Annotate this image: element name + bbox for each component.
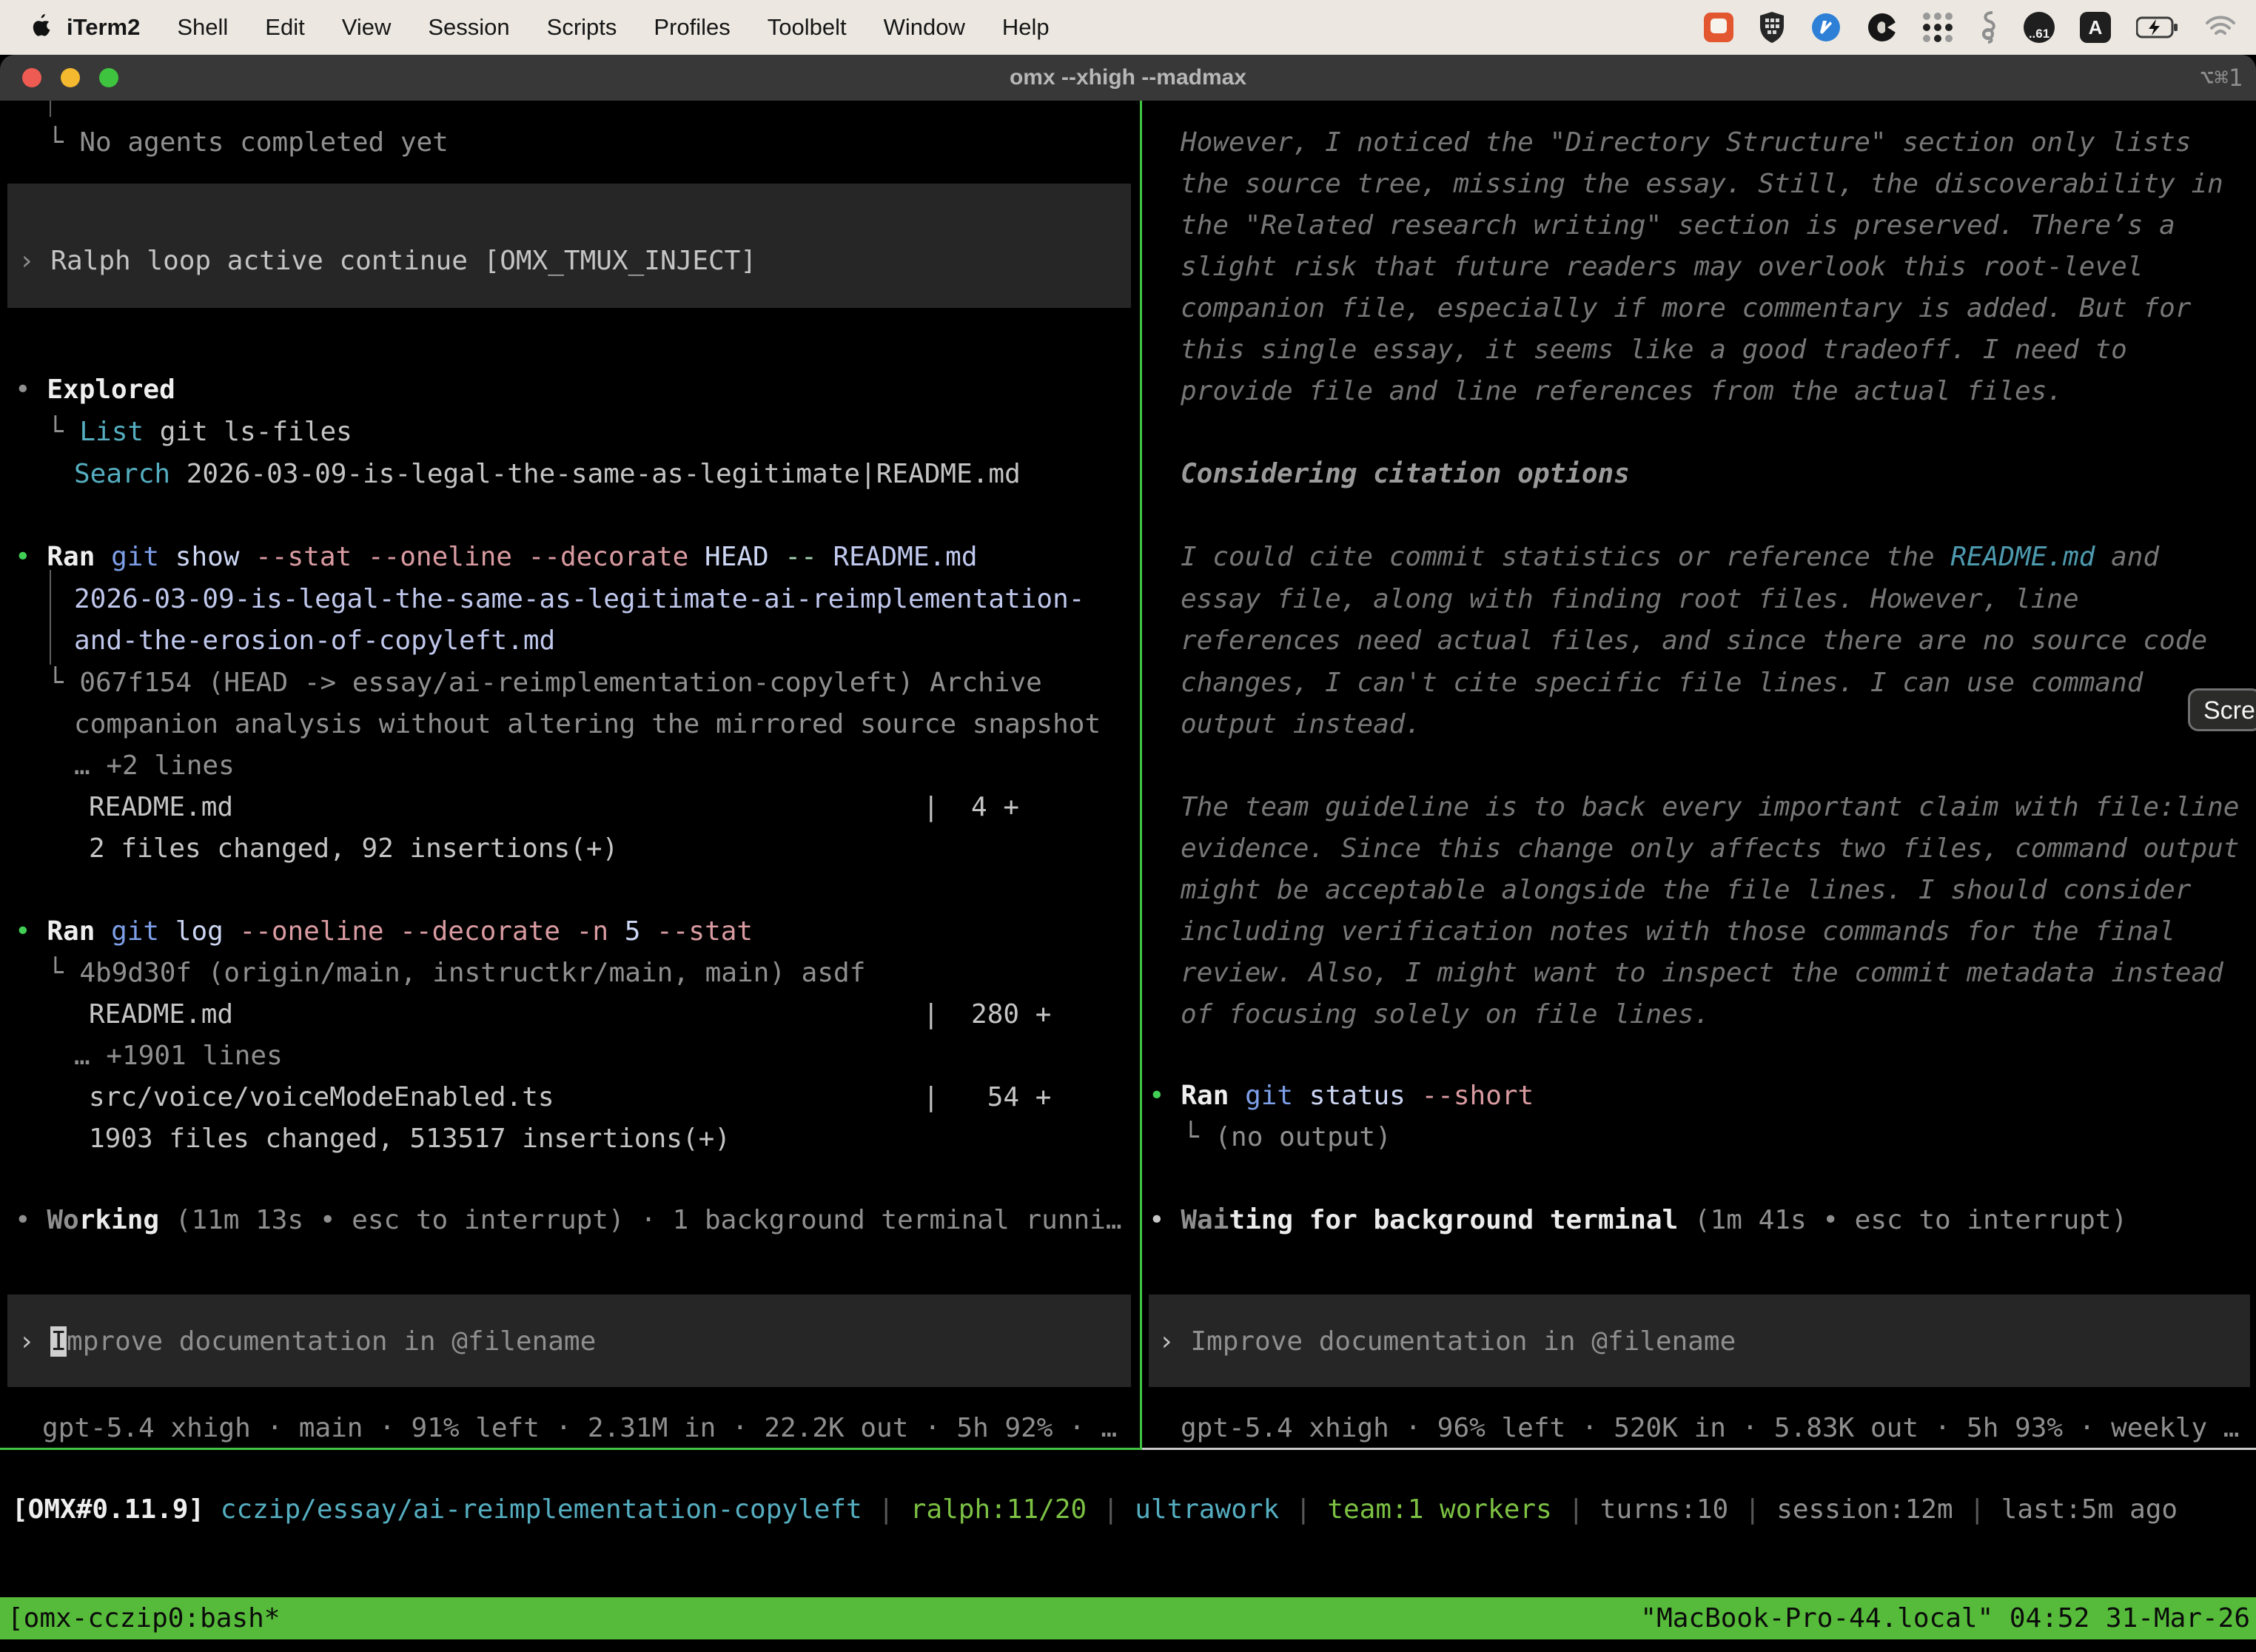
terminal-line: • Working (11m 13s • esc to interrupt) ·… xyxy=(15,1200,1122,1241)
menu-bar: iTerm2 Shell Edit View Session Scripts P… xyxy=(0,0,2256,55)
terminal-line: review. Also, I might want to inspect th… xyxy=(1181,953,2223,994)
terminal-line: I could cite commit statistics or refere… xyxy=(1181,537,2159,578)
terminal: └ No agents completed yet › Ralph loop ac… xyxy=(0,101,2256,1652)
terminal-line: output instead. xyxy=(1181,704,1421,745)
terminal-line: gpt-5.4 xhigh · 96% left · 520K in · 5.8… xyxy=(1181,1408,2239,1449)
shield-grid-icon[interactable] xyxy=(1759,11,1785,44)
terminal-line: The team guideline is to back every impo… xyxy=(1181,787,2239,828)
terminal-line: Search 2026-03-09-is-legal-the-same-as-l… xyxy=(74,454,1021,495)
screen-indicator-pill[interactable]: Scre xyxy=(2188,688,2256,731)
menu-item-profiles[interactable]: Profiles xyxy=(635,14,748,41)
chat-icon[interactable] xyxy=(1704,13,1733,42)
window-shortcut-badge: ⌥⌘1 xyxy=(2200,55,2243,101)
terminal-line: README.md | 280 + xyxy=(89,994,1051,1035)
pane-divider[interactable] xyxy=(1140,101,1142,1448)
menu-item-session[interactable]: Session xyxy=(409,14,528,41)
tmux-session-label[interactable]: [omx-cczip0:bash* xyxy=(7,1597,280,1639)
badge-61-icon[interactable]: ..61 xyxy=(2024,12,2055,43)
terminal-line: companion analysis without altering the … xyxy=(74,704,1101,745)
menu-item-help[interactable]: Help xyxy=(984,14,1068,41)
battery-icon[interactable] xyxy=(2136,16,2179,38)
terminal-line: • Ran git status --short xyxy=(1149,1075,1534,1117)
squiggle-icon[interactable] xyxy=(1978,10,1998,45)
a-square-icon[interactable]: A xyxy=(2080,12,2111,43)
terminal-line: companion file, especially if more comme… xyxy=(1181,288,2191,329)
chat-icon-inner xyxy=(1711,19,1727,33)
window-title: omx --xhigh --madmax xyxy=(0,55,2256,101)
crescent-icon[interactable] xyxy=(1867,12,1898,43)
terminal-line: › Improve documentation in @filename xyxy=(1158,1321,1736,1363)
menu-item-scripts[interactable]: Scripts xyxy=(528,14,636,41)
lines-layer: └ No agents completed yet › Ralph loop ac… xyxy=(0,101,2256,1652)
terminal-line: › Ralph loop active continue [OMX_TMUX_I… xyxy=(19,241,756,282)
terminal-line: … +2 lines xyxy=(74,745,235,787)
terminal-line: and-the-erosion-of-copyleft.md xyxy=(74,620,555,662)
terminal-line: README.md | 4 + xyxy=(89,787,1019,828)
apple-menu[interactable] xyxy=(28,14,53,41)
terminal-line: 2 files changed, 92 insertions(+) xyxy=(89,828,618,870)
wifi-icon[interactable] xyxy=(2204,15,2237,40)
terminal-line: references need actual files, and since … xyxy=(1181,620,2207,662)
iterm-window: omx --xhigh --madmax ⌥⌘1 └ No agents com… xyxy=(0,55,2256,1652)
terminal-line: src/voice/voiceModeEnabled.ts | 54 + xyxy=(89,1077,1051,1118)
terminal-line: └ List git ls-files xyxy=(47,412,352,453)
terminal-line: └ 4b9d30f (origin/main, instructkr/main,… xyxy=(47,953,865,994)
terminal-line: • Ran git log --oneline --decorate -n 5 … xyxy=(15,911,753,953)
terminal-line: [OMX#0.11.9] cczip/essay/ai-reimplementa… xyxy=(12,1489,2178,1531)
terminal-line: • Waiting for background terminal (1m 41… xyxy=(1149,1200,2127,1241)
terminal-line: › Improve documentation in @filename xyxy=(19,1321,596,1363)
terminal-line: • Ran git show --stat --oneline --decora… xyxy=(15,537,978,578)
terminal-line: However, I noticed the "Directory Struct… xyxy=(1181,122,2191,164)
menu-item-window[interactable]: Window xyxy=(865,14,984,41)
terminal-line: the "Related research writing" section i… xyxy=(1181,205,2175,246)
terminal-line: provide file and line references from th… xyxy=(1181,371,2063,412)
pane-bottom-border-right xyxy=(1142,1448,2256,1450)
terminal-line: └ 067f154 (HEAD -> essay/ai-reimplementa… xyxy=(47,662,1042,704)
title-bar: omx --xhigh --madmax ⌥⌘1 xyxy=(0,55,2256,101)
terminal-line: of focusing solely on file lines. xyxy=(1181,994,1710,1035)
menu-item-view[interactable]: View xyxy=(323,14,410,41)
terminal-line: └ (no output) xyxy=(1183,1117,1391,1158)
terminal-line: essay file, along with finding root file… xyxy=(1181,579,2079,620)
terminal-line: … +1901 lines xyxy=(74,1035,283,1077)
pane-bottom-border-left xyxy=(0,1448,1142,1450)
terminal-line: might be acceptable alongside the file l… xyxy=(1181,870,2191,911)
terminal-line: Considering citation options xyxy=(1181,454,1630,495)
menu-item-iterm2[interactable]: iTerm2 xyxy=(53,14,158,41)
menu-item-edit[interactable]: Edit xyxy=(246,14,323,41)
tmux-status-bar: [omx-cczip0:bash* "MacBook-Pro-44.local"… xyxy=(0,1597,2256,1639)
terminal-line: including verification notes with those … xyxy=(1181,911,2175,953)
terminal-line: evidence. Since this change only affects… xyxy=(1181,828,2239,870)
menu-item-shell[interactable]: Shell xyxy=(158,14,246,41)
terminal-line: slight risk that future readers may over… xyxy=(1181,246,2143,288)
terminal-line: • Explored xyxy=(15,369,175,411)
apple-icon xyxy=(30,14,52,41)
dots-grid-icon[interactable] xyxy=(1923,13,1953,42)
tmux-host-clock: "MacBook-Pro-44.local" 04:52 31-Mar-26 xyxy=(1640,1597,2250,1639)
menu-bar-status-area: ..61 A xyxy=(1704,10,2256,45)
terminal-line: the source tree, missing the essay. Stil… xyxy=(1181,164,2223,205)
terminal-line: 1903 files changed, 513517 insertions(+) xyxy=(89,1118,731,1160)
terminal-line: gpt-5.4 xhigh · main · 91% left · 2.31M … xyxy=(42,1408,1117,1449)
terminal-line: this single essay, it seems like a good … xyxy=(1181,329,2127,371)
terminal-line: 2026-03-09-is-legal-the-same-as-legitima… xyxy=(74,579,1084,620)
terminal-line: changes, I can't cite specific file line… xyxy=(1181,662,2143,704)
bolt-badge-icon[interactable] xyxy=(1810,12,1842,43)
terminal-line: └ No agents completed yet xyxy=(47,122,449,164)
menu-item-toolbelt[interactable]: Toolbelt xyxy=(749,14,865,41)
menu-bar-left: iTerm2 Shell Edit View Session Scripts P… xyxy=(0,14,1068,41)
